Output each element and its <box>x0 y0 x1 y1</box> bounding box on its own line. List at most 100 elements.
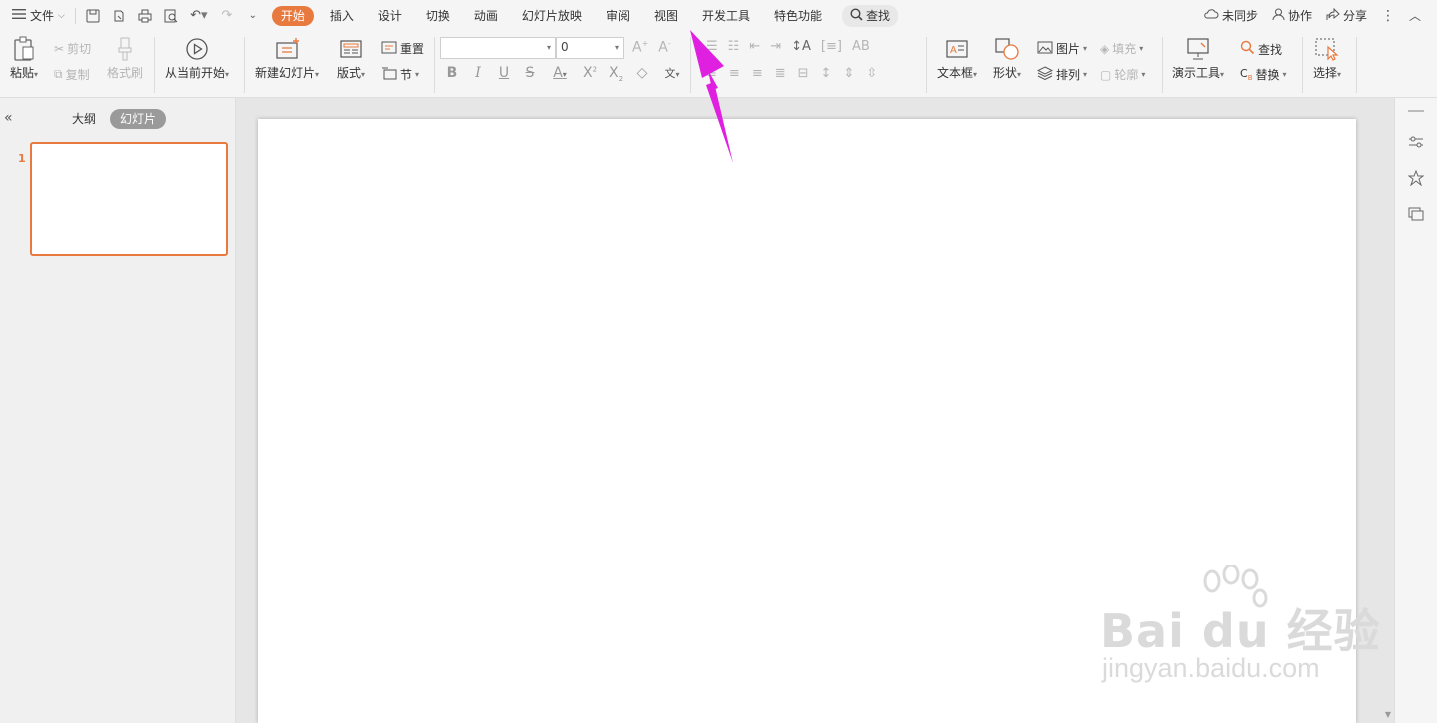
justify-icon[interactable]: ≣ <box>775 66 786 81</box>
sync-status[interactable]: 未同步 <box>1203 7 1258 24</box>
text-spacing-icon[interactable]: AB <box>852 39 870 54</box>
search-button[interactable]: 查找 <box>842 4 899 27</box>
print-preview-icon[interactable] <box>162 7 180 25</box>
play-from-current-button[interactable]: 从当前开始▾ <box>165 36 229 81</box>
collaborate-label: 协作 <box>1287 9 1312 23</box>
share-icon <box>1326 7 1340 24</box>
search-icon <box>850 7 863 24</box>
chevron-down-icon: ⌵ <box>58 10 65 21</box>
outline-icon: ▢ <box>1100 67 1112 82</box>
shape-button[interactable]: 形状▾ <box>993 36 1021 81</box>
format-painter-button[interactable]: 格式刷 <box>107 36 143 81</box>
picture-button[interactable]: 图片 ▾ <box>1037 40 1087 57</box>
align-left-icon[interactable]: ≡ <box>706 66 717 81</box>
superscript-icon[interactable]: X2 <box>583 65 597 83</box>
paragraph-list-controls: ☰ ☷ ⇤ ⇥ ↕A [≡] AB <box>706 39 870 54</box>
underline-icon[interactable]: U <box>497 65 511 83</box>
slide-transition-icon[interactable] <box>1407 205 1425 223</box>
copy-button[interactable]: ⧉ 复制 <box>54 66 90 83</box>
reset-label: 重置 <box>400 42 425 56</box>
textbox-button[interactable]: A 文本框▾ <box>937 36 977 81</box>
italic-icon[interactable]: I <box>471 65 485 83</box>
bullet-list-icon[interactable]: ☰ <box>706 39 718 54</box>
file-menu[interactable]: 文件 ⌵ <box>12 7 65 24</box>
tab-transitions[interactable]: 切换 <box>414 6 462 26</box>
font-family-select[interactable]: ▾ <box>440 37 556 59</box>
scroll-down-icon[interactable]: ▼ <box>1385 710 1391 719</box>
collaborate-button[interactable]: 协作 <box>1272 7 1312 24</box>
print-icon[interactable] <box>136 7 154 25</box>
drag-handle[interactable] <box>1408 110 1424 112</box>
redo-icon[interactable]: ↷ <box>218 7 236 25</box>
undo-icon[interactable]: ↶ ▾ <box>188 7 210 25</box>
replace-button[interactable]: CB 替换 ▾ <box>1240 66 1287 83</box>
play-from-current-label: 从当前开始 <box>165 66 226 80</box>
tab-slideshow[interactable]: 幻灯片放映 <box>510 6 594 26</box>
paragraph-spacing-icon[interactable]: ⇕ <box>843 66 854 81</box>
divider <box>926 37 927 93</box>
cut-label: 剪切 <box>67 42 92 56</box>
distribute-icon[interactable]: ⊟ <box>798 66 809 81</box>
numbered-list-icon[interactable]: ☷ <box>728 39 740 54</box>
customize-toolbar-icon[interactable]: ⌄ <box>244 7 262 25</box>
layout-button[interactable]: 版式▾ <box>337 36 365 81</box>
collapse-ribbon-icon[interactable]: ︿ <box>1409 7 1421 24</box>
presentation-tools-button[interactable]: 演示工具▾ <box>1172 36 1224 81</box>
section-button[interactable]: 节 ▾ <box>381 66 419 83</box>
align-right-icon[interactable]: ≡ <box>752 66 763 81</box>
strikethrough-icon[interactable]: S <box>523 65 537 83</box>
new-slide-button[interactable]: 新建幻灯片▾ <box>255 36 319 81</box>
cut-button[interactable]: ✂ 剪切 <box>54 40 91 57</box>
font-size-select[interactable]: 0 ▾ <box>556 37 624 59</box>
menu-bar: 文件 ⌵ ↶ ▾ ↷ ⌄ 开始 插入 设计 切换 动画 幻灯片放映 审阅 视图 开… <box>0 0 1437 31</box>
arrange-button[interactable]: 排列 ▾ <box>1036 66 1087 83</box>
search-label: 查找 <box>866 9 891 23</box>
tab-review[interactable]: 审阅 <box>594 6 642 26</box>
share-label: 分享 <box>1342 9 1367 23</box>
animation-icon[interactable] <box>1407 169 1425 187</box>
font-color-icon[interactable]: A▾ <box>549 65 571 83</box>
fill-button[interactable]: ◈ 填充 ▾ <box>1100 40 1143 57</box>
phonetic-guide-icon[interactable]: 文▾ <box>661 65 683 83</box>
select-button[interactable]: 选择▾ <box>1313 36 1341 81</box>
reset-button[interactable]: 重置 <box>381 40 424 57</box>
properties-icon[interactable] <box>1407 133 1425 151</box>
export-icon[interactable] <box>110 7 128 25</box>
increase-indent-icon[interactable]: ⇥ <box>770 39 781 54</box>
copy-label: 复制 <box>65 68 90 82</box>
replace-icon: CB <box>1240 66 1253 83</box>
slides-panel: « 大纲 幻灯片 1 <box>0 98 236 723</box>
column-spacing-icon[interactable]: ⇳ <box>866 66 877 81</box>
more-options-icon[interactable]: ⋮ <box>1381 8 1395 24</box>
subscript-icon[interactable]: X2 <box>609 65 623 83</box>
outline-button[interactable]: ▢ 轮廓 ▾ <box>1100 66 1145 83</box>
text-direction-icon[interactable]: ↕A <box>791 39 811 54</box>
user-icon <box>1272 8 1285 24</box>
slide-thumbnail[interactable] <box>30 142 228 256</box>
share-button[interactable]: 分享 <box>1326 7 1367 24</box>
new-slide-label: 新建幻灯片 <box>255 66 316 80</box>
collapse-panel-icon[interactable]: « <box>4 110 13 126</box>
align-text-icon[interactable]: [≡] <box>821 39 842 54</box>
tab-special-features[interactable]: 特色功能 <box>762 6 834 26</box>
increase-font-icon[interactable]: A+ <box>632 39 648 56</box>
bold-icon[interactable]: B <box>445 65 459 83</box>
tab-view[interactable]: 视图 <box>642 6 690 26</box>
tab-animations[interactable]: 动画 <box>462 6 510 26</box>
decrease-font-icon[interactable]: A- <box>658 39 670 56</box>
tab-developer[interactable]: 开发工具 <box>690 6 762 26</box>
align-center-icon[interactable]: ≡ <box>729 66 740 81</box>
tab-outline[interactable]: 大纲 <box>72 109 96 129</box>
tab-insert[interactable]: 插入 <box>318 6 366 26</box>
tab-slides[interactable]: 幻灯片 <box>110 109 167 129</box>
tab-design[interactable]: 设计 <box>366 6 414 26</box>
brush-icon <box>112 36 138 62</box>
tab-home[interactable]: 开始 <box>271 5 314 26</box>
save-icon[interactable] <box>84 7 102 25</box>
clear-format-icon[interactable]: ◇ <box>635 65 649 83</box>
paste-button[interactable]: 粘贴▾ <box>10 36 38 81</box>
decrease-indent-icon[interactable]: ⇤ <box>749 39 760 54</box>
line-spacing-icon[interactable]: ↕ <box>821 66 832 81</box>
find-button[interactable]: 查找 <box>1240 40 1282 58</box>
copy-icon: ⧉ <box>54 67 63 81</box>
